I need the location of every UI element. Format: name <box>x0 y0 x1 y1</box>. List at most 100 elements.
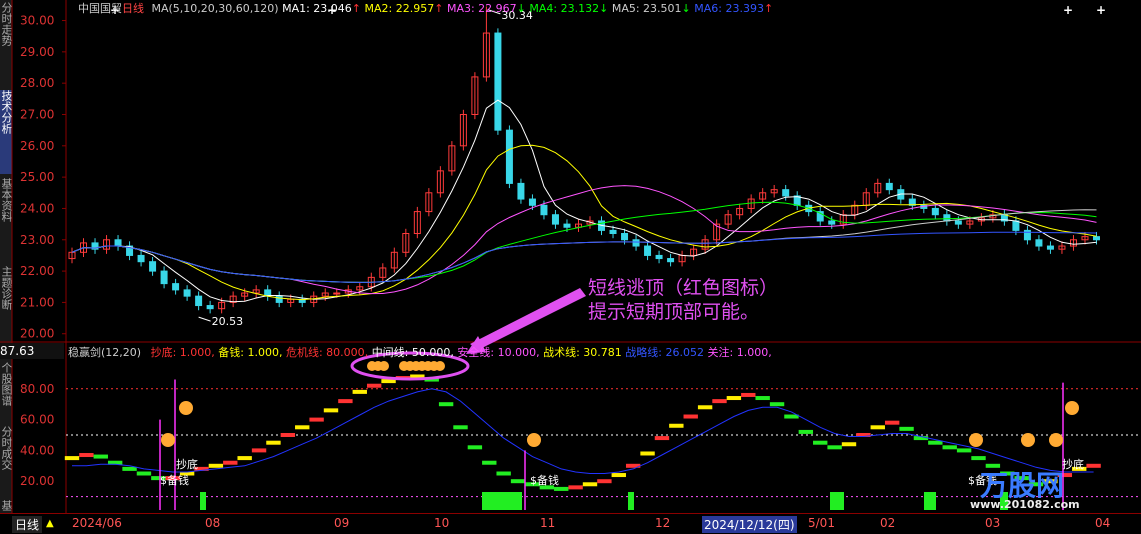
y-tick-label: 27.00 <box>20 107 54 121</box>
tactical-segment <box>482 460 497 465</box>
y-tick-label: 24.00 <box>20 201 54 215</box>
tactical-segment <box>841 442 857 447</box>
tactical-segment <box>295 425 310 430</box>
signal-label: 抄底 <box>176 457 198 471</box>
date-label-4: 11 <box>540 516 556 530</box>
ma-line <box>71 185 1097 295</box>
tactical-segment <box>899 426 914 431</box>
tactical-segment <box>453 425 468 430</box>
candle-body <box>954 220 962 225</box>
candle-body <box>195 295 203 307</box>
candle-body <box>609 229 617 235</box>
tactical-segment <box>956 448 972 453</box>
tactical-segment <box>496 471 511 476</box>
tactical-segment <box>870 425 885 430</box>
plus-marker: + <box>1063 3 1073 17</box>
ind-y-tick-label: 60.00 <box>20 413 54 427</box>
ma2-value: MA2: 22.957 <box>364 2 435 15</box>
period-label: 日线 <box>122 2 144 15</box>
date-label-2: 09 <box>334 516 350 530</box>
signal-bar <box>482 492 522 510</box>
tactical-segment <box>266 440 281 445</box>
candle-body <box>333 292 341 295</box>
candle-body <box>667 258 675 263</box>
time-axis: 日线 ▲ 2024/06 08 09 10 11 12 2024/12/12(四… <box>0 513 1141 534</box>
ma6-value: MA6: 23.393 <box>694 2 764 15</box>
tactical-segment <box>798 429 814 434</box>
ma-line <box>71 99 1097 303</box>
ma4-value: MA4: 23.132 <box>529 2 600 15</box>
ma-params: MA(5,10,20,30,60,120) <box>151 2 279 15</box>
candle-body <box>563 223 571 228</box>
annotation-line2: 提示短期顶部可能。 <box>588 301 760 323</box>
candle-body <box>885 182 893 191</box>
date-label-7: 5/01 <box>808 516 835 530</box>
tactical-segment <box>568 485 583 490</box>
tactical-segment <box>554 486 569 491</box>
tactical-segment <box>136 471 152 476</box>
candle-body <box>183 289 191 297</box>
candle-body <box>621 233 629 241</box>
candle-body <box>828 220 836 225</box>
period-dropdown-icon[interactable]: ▲ <box>46 518 54 529</box>
signal-label: $备钱 <box>160 473 189 487</box>
candle-body <box>517 182 525 200</box>
tactical-segment <box>366 383 382 388</box>
ind-item-chaodi: 抄底: 1.000, <box>150 346 215 359</box>
y-tick-label: 20.00 <box>20 327 54 341</box>
tactical-segment <box>582 482 598 487</box>
tactical-segment <box>323 408 339 413</box>
ind-item-guanzhu: 关注: 1.000, <box>707 346 772 359</box>
tactical-segment <box>64 456 80 461</box>
ind-item-beiqian: 备钱: 1.000, <box>218 346 283 359</box>
candle-body <box>494 32 502 131</box>
period-button[interactable]: 日线 <box>12 516 43 533</box>
candle-body <box>655 254 663 260</box>
smiley-icon <box>179 401 193 415</box>
y-tick-label: 22.00 <box>20 264 54 278</box>
ind-item-anquan: 安全线: 10.000, <box>457 346 540 359</box>
tactical-segment <box>223 460 238 465</box>
date-label-9: 03 <box>985 516 1001 530</box>
candle-body <box>137 254 145 263</box>
ind-y-tick-label: 40.00 <box>20 443 54 457</box>
tactical-segment <box>942 445 957 450</box>
tactical-segment <box>769 402 785 407</box>
tactical-segment <box>683 414 698 419</box>
smiley-icon <box>1021 433 1035 447</box>
watermark-logo: 万股网 www.201082.com <box>940 462 1110 512</box>
smiley-icon <box>161 433 175 447</box>
candle-body <box>149 261 157 272</box>
date-label-5: 12 <box>655 516 671 530</box>
tactical-segment <box>654 436 670 441</box>
y-tick-label: 29.00 <box>20 45 54 59</box>
tactical-segment <box>640 451 655 456</box>
candle-body <box>505 129 513 184</box>
low-label: 20.53 <box>212 315 244 328</box>
smiley-icon <box>969 433 983 447</box>
signal-label: $备钱 <box>530 473 559 487</box>
date-label-1: 08 <box>205 516 221 530</box>
tactical-segment <box>755 396 770 401</box>
top-warning-icon <box>435 361 445 371</box>
kline-chart[interactable]: 30.00 29.00 28.00 27.00 26.00 25.00 24.00 23.00… <box>0 0 1141 533</box>
watermark-url: www.201082.com <box>970 498 1080 511</box>
indicator-name: 稳赢剑(12,20) <box>68 346 142 359</box>
candle-body <box>943 214 951 222</box>
ma1-value: MA1: 23.046 <box>282 2 352 15</box>
candle-body <box>1046 245 1054 250</box>
y-tick-label: 30.00 <box>20 14 54 28</box>
y-tick-label: 26.00 <box>20 139 54 153</box>
candle-body <box>1092 236 1100 241</box>
candle-body <box>114 239 122 247</box>
candle-body <box>540 204 548 216</box>
ma-line <box>71 231 1097 283</box>
candle-body <box>172 283 180 291</box>
ind-y-tick-label: 20.00 <box>20 474 54 488</box>
date-label-8: 02 <box>880 516 896 530</box>
ind-item-weiji: 危机线: 80.000, <box>285 346 369 359</box>
y-tick-label: 25.00 <box>20 170 54 184</box>
tactical-segment <box>438 402 454 407</box>
annotation-text: 短线逃顶（红色图标） 提示短期顶部可能。 <box>588 276 778 324</box>
ma3-arrow: ↓ <box>516 2 526 15</box>
